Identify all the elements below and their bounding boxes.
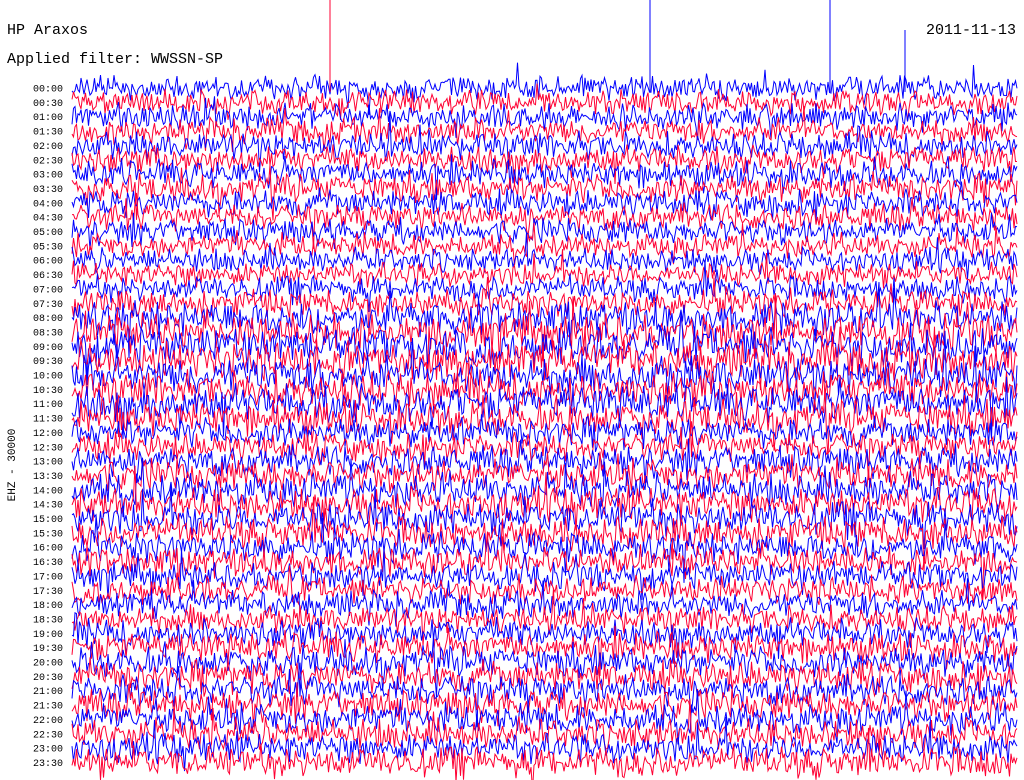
trace-line — [71, 578, 1018, 627]
row-label: 12:30 — [33, 443, 63, 454]
row-label: 15:30 — [33, 529, 63, 540]
row-label: 17:30 — [33, 587, 63, 598]
row-label: 07:00 — [33, 285, 63, 296]
row-label: 01:00 — [33, 113, 63, 124]
row-label: 03:30 — [33, 185, 63, 196]
row-label: 11:30 — [33, 415, 63, 426]
row-label: 19:30 — [33, 644, 63, 655]
row-label: 21:30 — [33, 702, 63, 713]
row-label: 04:00 — [33, 199, 63, 210]
row-label-group: 00:00 00:30 01:00 01:30 02:00 02:30 03:00 03:30… — [33, 85, 63, 770]
row-label: 01:30 — [33, 128, 63, 139]
row-label: 20:30 — [33, 673, 63, 684]
row-label: 11:00 — [33, 400, 63, 411]
row-label: 13:30 — [33, 472, 63, 483]
row-label: 22:00 — [33, 716, 63, 727]
row-label: 23:30 — [33, 759, 63, 770]
row-label: 10:30 — [33, 386, 63, 397]
row-label: 02:00 — [33, 142, 63, 153]
row-label: 18:00 — [33, 601, 63, 612]
row-label: 17:00 — [33, 572, 63, 583]
helicorder-plot: 00:00 00:30 01:00 01:30 02:00 02:30 03:00 03:30… — [7, 0, 1018, 780]
row-label: 06:30 — [33, 271, 63, 282]
row-label: 14:30 — [33, 501, 63, 512]
row-label: 18:30 — [33, 615, 63, 626]
row-label: 09:00 — [33, 343, 63, 354]
row-label: 03:00 — [33, 171, 63, 182]
trace-group — [71, 0, 1018, 780]
row-label: 10:00 — [33, 372, 63, 383]
row-label: 22:30 — [33, 730, 63, 741]
row-label: 00:30 — [33, 99, 63, 110]
row-label: 14:00 — [33, 486, 63, 497]
row-label: 19:00 — [33, 630, 63, 641]
row-label: 08:00 — [33, 314, 63, 325]
row-label: 05:00 — [33, 228, 63, 239]
row-label: 02:30 — [33, 156, 63, 167]
row-label: 09:30 — [33, 357, 63, 368]
row-label: 06:00 — [33, 257, 63, 268]
row-label: 13:00 — [33, 458, 63, 469]
row-label: 00:00 — [33, 85, 63, 96]
trace-line — [72, 192, 1018, 249]
row-label: 16:30 — [33, 558, 63, 569]
row-label: 04:30 — [33, 214, 63, 225]
row-label: 05:30 — [33, 242, 63, 253]
row-label: 07:30 — [33, 300, 63, 311]
trace-line — [71, 376, 1018, 439]
row-label: 15:00 — [33, 515, 63, 526]
row-label: 20:00 — [33, 659, 63, 670]
trace-line — [71, 465, 1018, 531]
row-label: 16:00 — [33, 544, 63, 555]
row-label: 08:30 — [33, 328, 63, 339]
row-label: 21:00 — [33, 687, 63, 698]
row-label: 23:00 — [33, 745, 63, 756]
channel-label: EHZ - 30000 — [7, 429, 19, 502]
row-label: 12:00 — [33, 429, 63, 440]
